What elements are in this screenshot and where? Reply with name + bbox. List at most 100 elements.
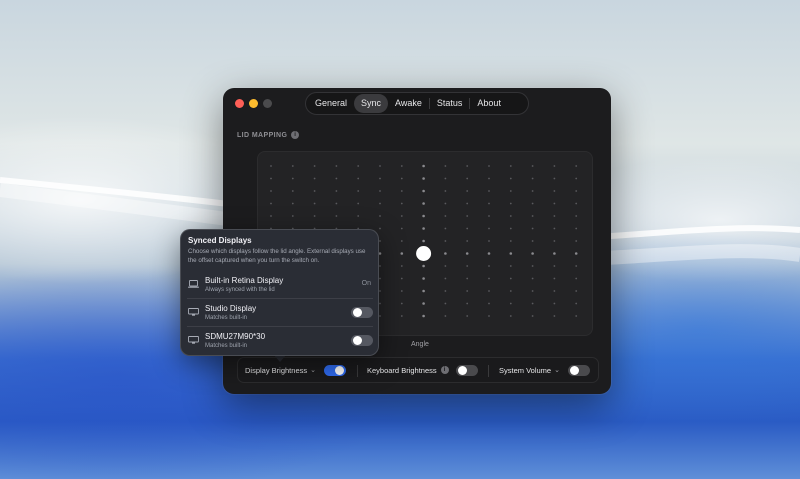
- grid-dot: [444, 290, 447, 292]
- grid-dot: [466, 227, 469, 230]
- grid-dot: [335, 215, 338, 217]
- grid-dot: [553, 240, 556, 242]
- grid-dot: [444, 202, 447, 205]
- grid-dot: [488, 215, 490, 217]
- grid-dot: [400, 165, 403, 167]
- popover-title: Synced Displays: [188, 236, 252, 245]
- display-status: On: [361, 280, 371, 287]
- grid-dot: [422, 277, 425, 280]
- tab-sync[interactable]: Sync: [354, 94, 389, 113]
- minimize-window-button[interactable]: [249, 99, 258, 108]
- grid-dot: [357, 215, 360, 217]
- toggle-knob: [458, 366, 467, 375]
- display-name: Built-in Retina Display: [205, 276, 284, 285]
- grid-dot: [466, 302, 469, 305]
- toggle-knob: [353, 308, 362, 317]
- tab-about[interactable]: About: [470, 94, 508, 113]
- grid-dot: [379, 190, 381, 192]
- grid-dot: [575, 202, 578, 205]
- grid-dot: [422, 314, 425, 318]
- system-volume-dropdown[interactable]: System Volume ⌄: [499, 358, 560, 382]
- display-subtitle: Matches built-in: [205, 343, 248, 349]
- grid-dot: [466, 240, 469, 242]
- grid-dot: [444, 240, 447, 242]
- grid-dot: [357, 165, 360, 167]
- display-subtitle: Always synced with the lid: [205, 287, 275, 293]
- angle-handle[interactable]: [416, 246, 432, 261]
- synced-displays-popover: Synced Displays Choose which displays fo…: [180, 229, 379, 356]
- tab-general[interactable]: General: [308, 94, 354, 113]
- grid-dot: [291, 190, 294, 192]
- monitor-icon: [188, 308, 199, 316]
- close-window-button[interactable]: [235, 99, 244, 108]
- grid-dot: [509, 252, 513, 255]
- grid-dot: [400, 177, 403, 180]
- grid-dot: [531, 265, 534, 267]
- grid-dot: [575, 227, 578, 230]
- grid-dot: [553, 227, 556, 230]
- grid-dot: [379, 302, 381, 305]
- toggle-knob: [353, 336, 362, 345]
- zoom-window-button[interactable]: [263, 99, 272, 108]
- display-name: SDMU27M90*30: [205, 332, 266, 341]
- grid-dot: [379, 240, 381, 242]
- grid-dot: [509, 290, 512, 292]
- sdmu-display-toggle[interactable]: [351, 335, 373, 346]
- section-label: LID MAPPING i: [237, 131, 300, 139]
- grid-dot: [400, 315, 403, 317]
- info-icon[interactable]: i: [440, 366, 449, 374]
- grid-dot: [270, 215, 272, 217]
- grid-dot: [400, 265, 403, 267]
- grid-dot: [379, 227, 381, 230]
- grid-dot: [444, 315, 447, 317]
- grid-dot: [488, 302, 490, 305]
- grid-dot: [488, 165, 490, 167]
- tab-status[interactable]: Status: [430, 94, 470, 113]
- grid-dot: [313, 215, 316, 217]
- grid-dot: [488, 277, 490, 280]
- grid-dot: [444, 277, 447, 280]
- grid-dot: [357, 190, 360, 192]
- grid-dot: [531, 177, 534, 180]
- grid-dot: [379, 315, 381, 317]
- tab-awake[interactable]: Awake: [388, 94, 429, 113]
- grid-dot: [531, 252, 534, 255]
- system-volume-toggle[interactable]: [568, 365, 590, 376]
- grid-dot: [422, 264, 425, 268]
- axis-label: Angle: [411, 341, 429, 348]
- display-name: Studio Display: [205, 304, 257, 313]
- grid-dot: [466, 165, 469, 167]
- grid-dot: [575, 290, 578, 292]
- grid-dot: [553, 302, 556, 305]
- grid-dot: [509, 215, 512, 217]
- grid-dot: [487, 252, 491, 255]
- display-brightness-label: Display Brightness: [245, 365, 308, 375]
- grid-dot: [531, 302, 534, 305]
- keyboard-brightness-toggle[interactable]: [456, 365, 478, 376]
- grid-dot: [422, 202, 425, 205]
- grid-dot: [531, 202, 534, 205]
- studio-display-toggle[interactable]: [351, 307, 373, 318]
- grid-dot: [335, 202, 338, 205]
- grid-dot: [400, 290, 403, 292]
- grid-dot: [509, 265, 512, 267]
- grid-dot: [379, 165, 381, 167]
- divider: [488, 365, 489, 377]
- grid-dot: [313, 165, 316, 167]
- grid-dot: [444, 302, 447, 305]
- display-brightness-toggle[interactable]: [324, 365, 346, 376]
- grid-dot: [444, 215, 447, 217]
- grid-dot: [509, 177, 512, 180]
- bottom-bar: Display Brightness ⌄ Keyboard Brightness…: [237, 357, 599, 383]
- display-subtitle: Matches built-in: [205, 315, 248, 321]
- toggle-knob: [335, 366, 344, 375]
- grid-dot: [509, 227, 512, 230]
- grid-dot: [335, 165, 338, 167]
- grid-dot: [444, 177, 447, 180]
- grid-dot: [509, 277, 512, 280]
- system-volume-label: System Volume: [499, 365, 552, 375]
- grid-dot: [531, 315, 534, 317]
- info-icon[interactable]: i: [291, 131, 300, 139]
- grid-dot: [379, 277, 381, 280]
- grid-dot: [466, 315, 469, 317]
